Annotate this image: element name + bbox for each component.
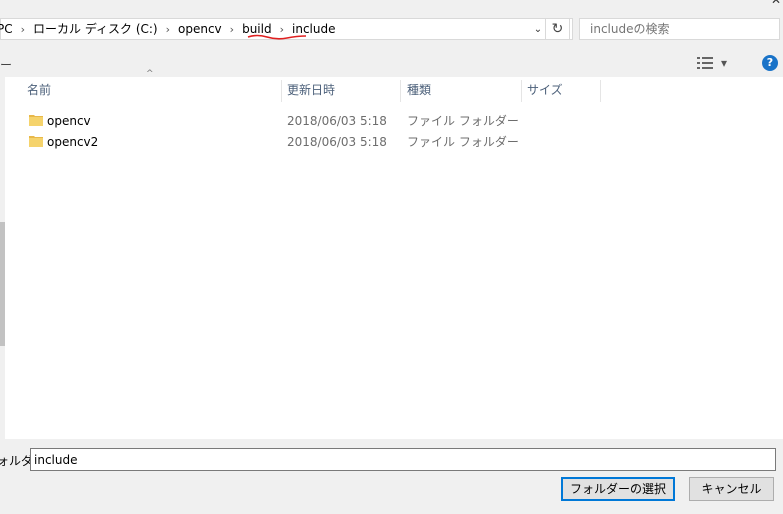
column-divider[interactable] bbox=[521, 80, 522, 102]
breadcrumb-opencv[interactable]: opencv bbox=[175, 19, 225, 39]
sort-ascending-icon: ^ bbox=[146, 69, 154, 79]
breadcrumb-separator-icon[interactable]: › bbox=[161, 23, 175, 36]
breadcrumb-local-disk[interactable]: ローカル ディスク (C:) bbox=[30, 19, 161, 39]
column-header-size[interactable]: サイズ bbox=[527, 77, 563, 103]
red-underline-annotation bbox=[247, 34, 307, 40]
column-divider[interactable] bbox=[281, 80, 282, 102]
refresh-icon: ↻ bbox=[551, 21, 564, 37]
file-list: ^ 名前 更新日時 種類 サイズ opencv 2018/06/03 5:18 … bbox=[5, 69, 783, 439]
details-view-icon bbox=[697, 57, 713, 69]
file-type: ファイル フォルダー bbox=[407, 114, 519, 128]
column-header-date[interactable]: 更新日時 bbox=[287, 77, 335, 103]
breadcrumb-separator-icon[interactable]: › bbox=[16, 23, 30, 36]
file-type: ファイル フォルダー bbox=[407, 135, 519, 149]
chevron-down-icon: ▾ bbox=[721, 56, 728, 70]
file-date: 2018/06/03 5:18 bbox=[287, 114, 387, 128]
search-box[interactable] bbox=[579, 18, 782, 40]
folder-icon bbox=[29, 115, 43, 126]
chevron-down-icon[interactable]: ⌄ bbox=[530, 21, 546, 37]
view-options-button[interactable]: ▾ bbox=[697, 55, 737, 71]
column-header-name[interactable]: 名前 bbox=[27, 77, 51, 103]
folder-icon bbox=[29, 136, 43, 147]
file-name: opencv2 bbox=[47, 135, 99, 149]
list-item[interactable]: opencv 2018/06/03 5:18 ファイル フォルダー bbox=[5, 110, 783, 131]
organize-menu-fragment[interactable]: ー bbox=[0, 56, 12, 73]
close-icon[interactable]: ✕ bbox=[771, 0, 781, 7]
search-input[interactable] bbox=[588, 21, 782, 37]
file-name: opencv bbox=[47, 114, 91, 128]
select-folder-button[interactable]: フォルダーの選択 bbox=[561, 477, 675, 501]
column-header-type[interactable]: 種類 bbox=[407, 77, 431, 103]
column-divider[interactable] bbox=[400, 80, 401, 102]
list-item[interactable]: opencv2 2018/06/03 5:18 ファイル フォルダー bbox=[5, 131, 783, 152]
cancel-button[interactable]: キャンセル bbox=[689, 477, 774, 501]
file-date: 2018/06/03 5:18 bbox=[287, 135, 387, 149]
folder-field[interactable] bbox=[30, 448, 776, 471]
help-icon[interactable]: ? bbox=[762, 55, 778, 71]
column-divider[interactable] bbox=[600, 80, 601, 102]
breadcrumb-pc[interactable]: PC bbox=[0, 19, 16, 39]
folder-name-input[interactable] bbox=[31, 449, 764, 470]
breadcrumb-separator-icon[interactable]: › bbox=[225, 23, 239, 36]
refresh-button[interactable]: ↻ bbox=[545, 18, 570, 40]
address-bar[interactable]: PC › ローカル ディスク (C:) › opencv › build › i… bbox=[0, 18, 573, 40]
